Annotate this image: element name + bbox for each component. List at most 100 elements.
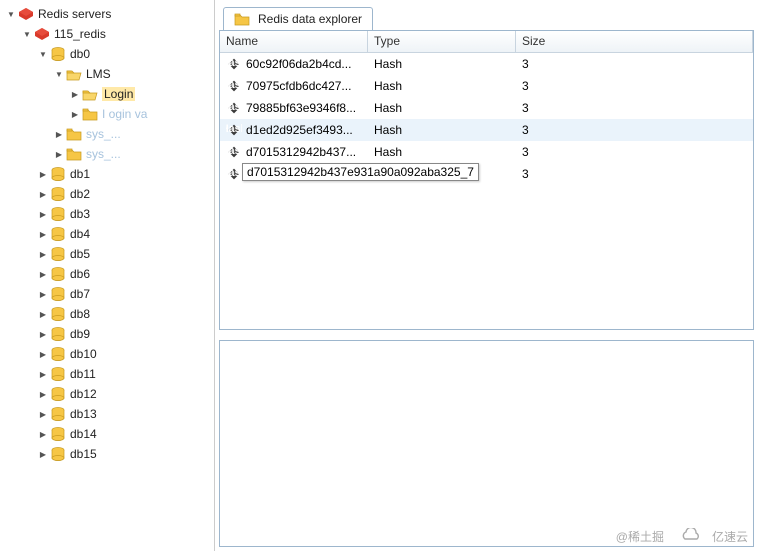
folder-open-icon xyxy=(82,86,98,102)
expand-arrow-icon[interactable] xyxy=(36,347,50,361)
hash-icon xyxy=(226,122,242,138)
expand-arrow-icon[interactable] xyxy=(36,427,50,441)
redis-icon xyxy=(18,6,34,22)
folder-icon xyxy=(66,126,82,142)
tree-folder-login[interactable]: Login xyxy=(0,84,214,104)
expand-arrow-icon[interactable] xyxy=(36,247,50,261)
expand-arrow-icon[interactable] xyxy=(20,27,34,41)
table-row[interactable]: d1ed2d925ef3493... Hash3 xyxy=(220,119,753,141)
tree-label: db14 xyxy=(70,427,97,441)
tree-db[interactable]: db15 xyxy=(0,444,214,464)
expand-arrow-icon[interactable] xyxy=(36,307,50,321)
expand-arrow-icon[interactable] xyxy=(4,7,18,21)
expand-arrow-icon[interactable] xyxy=(36,167,50,181)
tree-panel: Redis servers 115_redis db0 LMS Login I … xyxy=(0,0,215,551)
tree-db[interactable]: db4 xyxy=(0,224,214,244)
expand-arrow-icon[interactable] xyxy=(36,447,50,461)
database-icon xyxy=(50,386,66,402)
tree-db[interactable]: db11 xyxy=(0,364,214,384)
expand-arrow-icon[interactable] xyxy=(36,267,50,281)
tree-root[interactable]: Redis servers xyxy=(0,4,214,24)
expand-arrow-icon[interactable] xyxy=(52,67,66,81)
cell-size: 3 xyxy=(516,55,753,73)
tree-db[interactable]: db6 xyxy=(0,264,214,284)
tree-server[interactable]: 115_redis xyxy=(0,24,214,44)
hash-icon xyxy=(226,100,242,116)
data-table: Name Type Size 60c92f06da2b4cd...Hash370… xyxy=(219,30,754,330)
database-icon xyxy=(50,406,66,422)
tree-db[interactable]: db12 xyxy=(0,384,214,404)
tree-db[interactable]: db7 xyxy=(0,284,214,304)
expand-arrow-icon[interactable] xyxy=(36,287,50,301)
column-header-name[interactable]: Name xyxy=(220,31,368,52)
database-icon xyxy=(50,166,66,182)
table-row[interactable]: 60c92f06da2b4cd...Hash3 xyxy=(220,53,753,75)
tree-db[interactable]: db10 xyxy=(0,344,214,364)
tree-db0[interactable]: db0 xyxy=(0,44,214,64)
watermark-text: @稀土掘 xyxy=(616,528,664,545)
expand-arrow-icon[interactable] xyxy=(36,327,50,341)
expand-arrow-icon[interactable] xyxy=(36,207,50,221)
table-row[interactable]: 79885bf63e9346f8...Hash3 xyxy=(220,97,753,119)
tree-db[interactable]: db9 xyxy=(0,324,214,344)
expand-arrow-icon[interactable] xyxy=(36,227,50,241)
watermark-text: 亿速云 xyxy=(712,528,748,545)
expand-arrow-icon[interactable] xyxy=(36,387,50,401)
tree-db[interactable]: db14 xyxy=(0,424,214,444)
key-name: 79885bf63e9346f8... xyxy=(246,101,356,115)
folder-icon xyxy=(234,11,250,27)
tree-label: db8 xyxy=(70,307,90,321)
tree-folder[interactable]: sys_... xyxy=(0,124,214,144)
tab-row: Redis data explorer xyxy=(219,4,754,30)
watermark: @稀土掘 亿速云 xyxy=(616,528,748,545)
detail-panel xyxy=(219,340,754,547)
database-icon xyxy=(50,206,66,222)
cell-name: 70975cfdb6dc427... xyxy=(220,76,368,96)
tree-label: db5 xyxy=(70,247,90,261)
right-panel: Redis data explorer Name Type Size 60c92… xyxy=(215,0,758,551)
database-icon xyxy=(50,426,66,442)
tree-db[interactable]: db5 xyxy=(0,244,214,264)
tree-folder-lms[interactable]: LMS xyxy=(0,64,214,84)
cell-size: 3 xyxy=(516,99,753,117)
tree-label: db2 xyxy=(70,187,90,201)
expand-arrow-icon[interactable] xyxy=(36,187,50,201)
expand-arrow-icon[interactable] xyxy=(68,87,82,101)
expand-arrow-icon[interactable] xyxy=(52,127,66,141)
tree-db[interactable]: db3 xyxy=(0,204,214,224)
database-icon xyxy=(50,226,66,242)
tree-label: sys_... xyxy=(86,147,121,161)
cell-type: Hash xyxy=(368,55,516,73)
folder-icon xyxy=(82,106,98,122)
tree-label: db9 xyxy=(70,327,90,341)
tree-label: db4 xyxy=(70,227,90,241)
tree-label: db13 xyxy=(70,407,97,421)
tree-db[interactable]: db13 xyxy=(0,404,214,424)
table-row[interactable]: 70975cfdb6dc427...Hash3 xyxy=(220,75,753,97)
folder-icon xyxy=(66,146,82,162)
database-icon xyxy=(50,186,66,202)
cell-type: Hash xyxy=(368,121,516,139)
expand-arrow-icon[interactable] xyxy=(36,47,50,61)
tree-folder[interactable]: sys_... xyxy=(0,144,214,164)
tree-folder[interactable]: I ogin va xyxy=(0,104,214,124)
cell-size: 3 xyxy=(516,121,753,139)
table-row[interactable]: d7015312942b437...Hash3 xyxy=(220,141,753,163)
expand-arrow-icon[interactable] xyxy=(68,107,82,121)
tree-db[interactable]: db8 xyxy=(0,304,214,324)
expand-arrow-icon[interactable] xyxy=(52,147,66,161)
expand-arrow-icon[interactable] xyxy=(36,407,50,421)
key-name: d1ed2d925ef3493... xyxy=(246,123,353,137)
cell-size: 3 xyxy=(516,165,753,183)
expand-arrow-icon[interactable] xyxy=(36,367,50,381)
tree-db[interactable]: db1 xyxy=(0,164,214,184)
column-header-type[interactable]: Type xyxy=(368,31,516,52)
tab-data-explorer[interactable]: Redis data explorer xyxy=(223,7,373,30)
tree-label: Redis servers xyxy=(38,7,111,21)
cell-name: 60c92f06da2b4cd... xyxy=(220,54,368,74)
tree-db[interactable]: db2 xyxy=(0,184,214,204)
cloud-icon xyxy=(680,528,702,545)
hash-icon xyxy=(226,56,242,72)
database-icon xyxy=(50,306,66,322)
column-header-size[interactable]: Size xyxy=(516,31,753,52)
